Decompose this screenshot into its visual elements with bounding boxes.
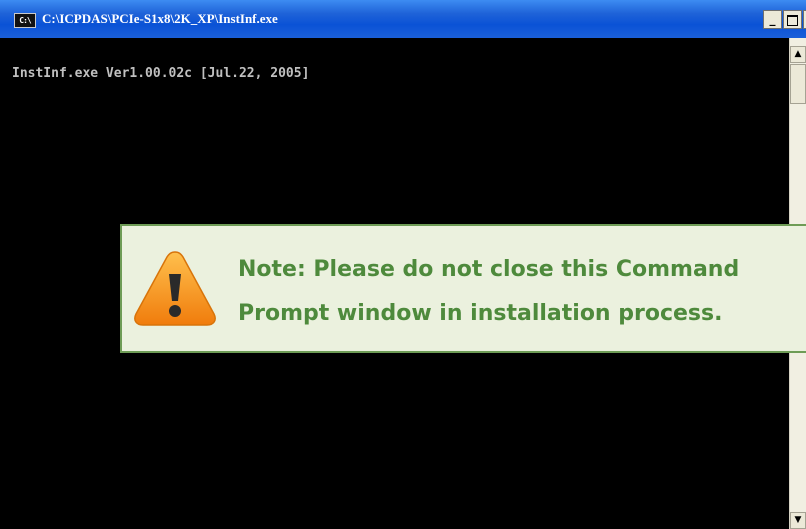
note-text-line-1: Note: Please do not close this Command bbox=[238, 257, 740, 282]
window-frame bbox=[0, 38, 12, 529]
console-line: InstInf.exe Ver1.00.02c [Jul.22, 2005] bbox=[12, 66, 310, 81]
title-bar[interactable]: C:\ C:\ICPDAS\PCIe-S1x8\2K_XP\InstInf.ex… bbox=[0, 0, 806, 38]
maximize-button[interactable] bbox=[783, 10, 802, 29]
cmd-icon[interactable]: C:\ bbox=[14, 13, 36, 28]
scroll-thumb[interactable] bbox=[790, 64, 806, 104]
warning-note: Note: Please do not close this Command P… bbox=[120, 224, 806, 353]
scroll-down-button[interactable]: ▼ bbox=[790, 512, 806, 529]
maximize-icon bbox=[787, 15, 798, 26]
minimize-button[interactable]: _ bbox=[763, 10, 782, 29]
scroll-up-button[interactable]: ▲ bbox=[790, 46, 806, 63]
window-title: C:\ICPDAS\PCIe-S1x8\2K_XP\InstInf.exe bbox=[42, 11, 278, 26]
warning-icon bbox=[134, 251, 216, 326]
note-text-line-2: Prompt window in installation process. bbox=[238, 301, 723, 326]
